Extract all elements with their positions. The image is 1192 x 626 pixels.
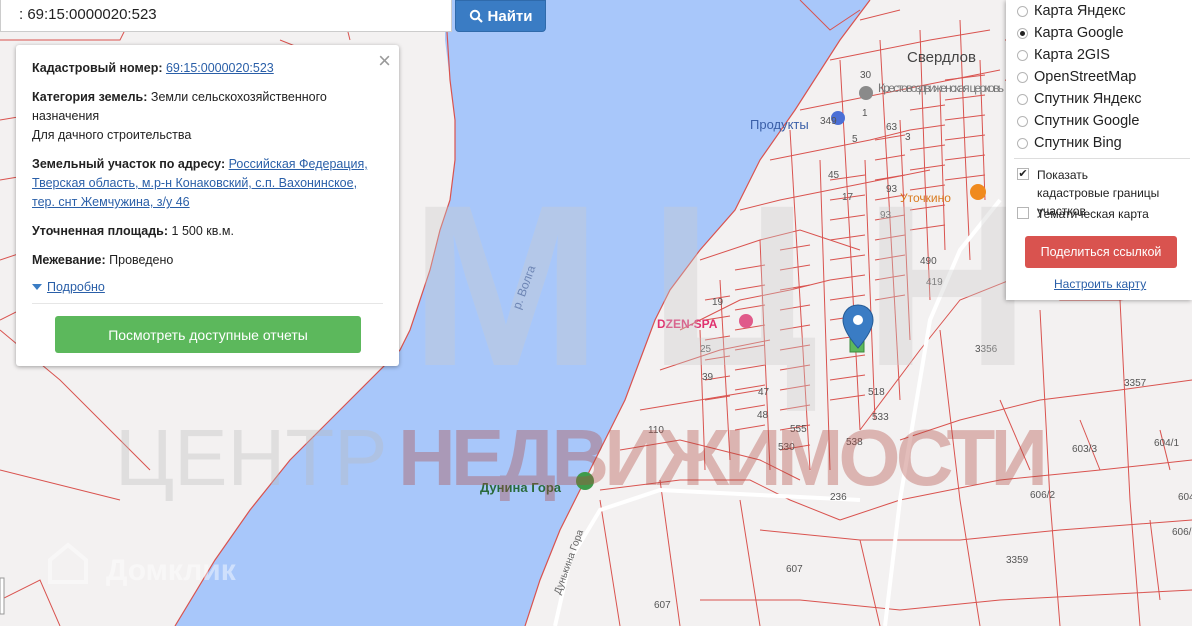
radio-icon[interactable] <box>1017 5 1028 17</box>
radio-icon[interactable] <box>1017 71 1028 83</box>
checkbox-borders[interactable]: ✔ <box>1017 168 1029 180</box>
town-label: Свердлов <box>907 49 976 66</box>
layer-option-label: Спутник Google <box>1034 113 1140 129</box>
radio-icon[interactable] <box>1017 115 1028 127</box>
layer-option-label: Карта Яндекс <box>1034 3 1126 19</box>
parcel-number: 607 <box>786 564 803 575</box>
layer-option[interactable]: Спутник Яндекс <box>1017 91 1141 107</box>
radio-icon[interactable] <box>1017 137 1028 149</box>
church-marker <box>859 86 873 100</box>
search-button[interactable]: Найти <box>455 0 546 32</box>
layers-panel: Карта Яндекс Карта Google Карта 2GIS OpenSt… <box>1006 0 1192 300</box>
thematic-label: Тематическая карта <box>1037 207 1149 221</box>
setup-map-link[interactable]: Настроить карту <box>1054 277 1146 291</box>
church-label: Крестовоздвиженская церковь <box>878 81 1004 95</box>
radio-icon[interactable] <box>1017 49 1028 61</box>
cadastral-label: Кадастровый номер: <box>32 61 163 75</box>
details-toggle[interactable]: Подробно <box>32 280 383 294</box>
parcel-number: 349 <box>820 116 837 127</box>
address-label: Земельный участок по адресу: <box>32 157 226 171</box>
layer-option[interactable]: OpenStreetMap <box>1017 69 1136 85</box>
map-edge-indicator <box>0 577 5 615</box>
parcel-number: 607 <box>654 600 671 611</box>
watermark-right: НЕДВИЖИМОСТИ <box>398 413 1048 502</box>
view-reports-button[interactable]: Посмотреть доступные отчеты <box>55 316 361 353</box>
area-row: Уточненная площадь: 1 500 кв.м. <box>32 222 383 241</box>
cadastral-row: Кадастровый номер: 69:15:0000020:523 <box>32 59 383 78</box>
thematic-toggle[interactable]: Тематическая карта <box>1017 205 1149 223</box>
layer-option[interactable]: Карта Яндекс <box>1017 3 1126 19</box>
parcel-number: 604/1 <box>1178 492 1192 503</box>
layer-option-label: OpenStreetMap <box>1034 69 1137 85</box>
search-input[interactable]: : 69:15:0000020:523 <box>0 0 452 32</box>
parcel-number: 3359 <box>1006 555 1029 566</box>
radio-icon[interactable] <box>1017 93 1028 105</box>
survey-value: Проведено <box>109 253 174 267</box>
category-use: Для дачного строительства <box>32 128 192 142</box>
chevron-down-icon <box>32 284 42 290</box>
parcel-number: 606/1 <box>1172 527 1192 538</box>
parcel-info-panel: × Кадастровый номер: 69:15:0000020:523 К… <box>16 45 399 366</box>
watermark-left: ЦЕНТР <box>115 413 388 502</box>
category-label: Категория земель: <box>32 90 148 104</box>
search-icon <box>469 9 483 23</box>
layer-option[interactable]: Карта Google <box>1017 25 1124 41</box>
cadastral-link[interactable]: 69:15:0000020:523 <box>166 61 274 75</box>
parcel-number: 63 <box>886 122 898 133</box>
layers-divider <box>1014 158 1190 159</box>
survey-label: Межевание: <box>32 253 106 267</box>
layer-option-label: Карта 2GIS <box>1034 47 1110 63</box>
watermark-top: МЦН <box>410 157 1030 414</box>
layer-option-label: Спутник Яндекс <box>1034 91 1142 107</box>
parcel-number: 30 <box>860 70 872 81</box>
details-label: Подробно <box>47 280 105 294</box>
parcel-number: 45 <box>828 170 840 181</box>
radio-icon[interactable] <box>1017 27 1028 39</box>
area-value: 1 500 кв.м. <box>171 224 234 238</box>
layer-option[interactable]: Спутник Bing <box>1017 135 1122 151</box>
category-row: Категория земель: Земли сельскохозяйстве… <box>32 88 383 145</box>
share-link-button[interactable]: Поделиться ссылкой <box>1025 236 1177 268</box>
parcel-number: 1 <box>862 108 868 119</box>
layer-option[interactable]: Спутник Google <box>1017 113 1139 129</box>
domclick-label: Домклик <box>106 554 237 587</box>
parcel-number: 17 <box>842 192 854 203</box>
parcel-number: 5 <box>852 134 858 145</box>
survey-row: Межевание: Проведено <box>32 251 383 270</box>
close-icon[interactable]: × <box>378 50 391 72</box>
layer-option[interactable]: Карта 2GIS <box>1017 47 1110 63</box>
address-row: Земельный участок по адресу: Российская … <box>32 155 383 212</box>
search-button-label: Найти <box>487 7 533 25</box>
layer-option-label: Спутник Bing <box>1034 135 1122 151</box>
parcel-number: 3357 <box>1124 378 1147 389</box>
area-label: Уточненная площадь: <box>32 224 169 238</box>
parcel-number: 3 <box>905 132 911 143</box>
parcel-number: 603/3 <box>1072 444 1097 455</box>
layer-option-label: Карта Google <box>1034 25 1124 41</box>
parcel-number: 604/1 <box>1154 438 1179 449</box>
checkbox-thematic[interactable] <box>1017 207 1029 219</box>
shop-label: Продукты <box>750 117 809 132</box>
info-divider <box>32 303 383 304</box>
